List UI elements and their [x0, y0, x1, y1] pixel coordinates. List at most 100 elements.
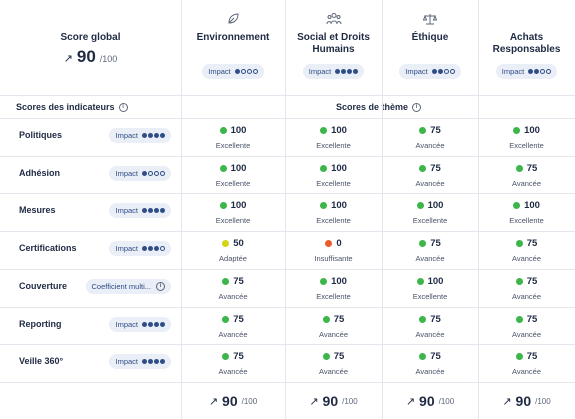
- status-dot: [222, 315, 230, 323]
- indicator-impact-pill[interactable]: Coefficient multi... i: [85, 278, 171, 294]
- impact-dot: [528, 69, 534, 74]
- impact-pill[interactable]: Impact: [495, 64, 558, 79]
- impact-pill[interactable]: Impact: [302, 64, 365, 79]
- theme-score-cell: 75 Avancée: [181, 344, 285, 381]
- cell-level-label: Excellente: [316, 291, 351, 301]
- indicators-section-label: Scores des indicateurs: [16, 102, 115, 112]
- row-divider: [0, 156, 575, 157]
- leaf-icon: [181, 12, 285, 28]
- column-divider: [285, 0, 286, 419]
- indicator-label: Certifications: [19, 243, 77, 254]
- theme-score-cell: 75 Avancée: [382, 344, 478, 381]
- impact-dot: [154, 246, 159, 252]
- global-score-title: Score global: [60, 32, 121, 43]
- impact-dot: [148, 208, 153, 214]
- indicator-impact-pill[interactable]: Impact: [109, 165, 171, 181]
- theme-name: Éthique: [411, 32, 449, 43]
- total-score-value: 90: [515, 393, 532, 409]
- themes-section-label: Scores de thème: [336, 102, 409, 112]
- cell-level-label: Avancée: [218, 329, 248, 339]
- cell-score-value: 75: [526, 351, 538, 363]
- info-icon[interactable]: i: [118, 102, 128, 112]
- theme-score-cell: 75 Avancée: [478, 156, 575, 193]
- indicator-row: Reporting Impact 75 Avancée 75 Avancée 7…: [0, 307, 575, 344]
- indicator-row: Politiques Impact 100 Excellente 100 Exc…: [0, 118, 575, 155]
- cell-score-value: 75: [526, 162, 538, 174]
- impact-dot: [234, 69, 240, 74]
- theme-header: Environnement Impact: [181, 0, 285, 95]
- indicator-row: Certifications Impact 50 Adaptée 0 Insuf…: [0, 231, 575, 268]
- total-score-denominator: /100: [535, 396, 551, 406]
- theme-total-score: ↗ 90 /100: [181, 383, 285, 419]
- cell-level-label: Avancée: [511, 178, 542, 188]
- indicator-impact-pill[interactable]: Impact: [109, 128, 171, 143]
- theme-header: Social et Droits Humains Impact: [285, 0, 382, 95]
- indicator-impact-pill[interactable]: Impact: [109, 241, 171, 257]
- row-divider: [0, 95, 575, 96]
- impact-dot: [160, 359, 165, 365]
- indicator-row: Adhésion Impact 100 Excellente 100 Excel…: [0, 156, 575, 193]
- cell-level-label: Excellente: [316, 141, 351, 150]
- themes-section-title: Scores de thème i: [336, 102, 422, 112]
- trend-up-icon: ↗: [405, 395, 416, 408]
- trend-up-icon: ↗: [63, 53, 73, 65]
- theme-score-cell: 75 Avancée: [478, 344, 575, 381]
- cell-level-label: Avancée: [511, 329, 542, 339]
- impact-pill[interactable]: Impact: [202, 64, 264, 79]
- impact-dot: [246, 69, 252, 74]
- theme-score-cell: 100 Excellente: [478, 193, 575, 230]
- impact-dot: [154, 359, 159, 365]
- info-icon[interactable]: i: [156, 281, 165, 291]
- cell-level-label: Avancée: [415, 141, 445, 150]
- cell-level-label: Avancée: [511, 367, 542, 377]
- row-divider: [0, 193, 575, 194]
- impact-dot: [154, 170, 159, 176]
- impact-dot: [160, 208, 165, 214]
- indicator-label: Politiques: [19, 130, 63, 140]
- indicator-impact-pill[interactable]: Impact: [109, 316, 171, 332]
- info-icon[interactable]: i: [412, 102, 422, 112]
- impact-dot: [353, 69, 359, 74]
- impact-pill[interactable]: Impact: [399, 64, 461, 79]
- cell-score-value: 0: [336, 238, 342, 250]
- cell-score-value: 75: [430, 238, 441, 250]
- row-divider: [0, 344, 575, 345]
- status-dot: [513, 127, 521, 134]
- theme-score-cell: 75 Avancée: [382, 307, 478, 344]
- scales-icon: [382, 12, 478, 28]
- indicator-impact-pill[interactable]: Impact: [109, 203, 171, 219]
- cell-level-label: Excellente: [509, 216, 544, 226]
- theme-score-cell: 50 Adaptée: [181, 231, 285, 268]
- theme-score-cell: 100 Excellente: [181, 118, 285, 155]
- theme-score-cell: 75 Avancée: [382, 118, 478, 155]
- indicator-cell: Veille 360° Impact: [0, 344, 181, 381]
- row-divider: [0, 269, 575, 270]
- trend-up-icon: ↗: [309, 395, 319, 408]
- theme-total-score: ↗ 90 /100: [478, 383, 575, 419]
- header: Score global ↗ 90 /100 Environnement Imp…: [0, 0, 575, 95]
- theme-score-cell: 75 Avancée: [478, 231, 575, 268]
- impact-dot: [154, 321, 159, 327]
- indicator-cell: Reporting Impact: [0, 307, 181, 344]
- indicator-label: Adhésion: [19, 167, 61, 178]
- theme-score-cell: 100 Excellente: [382, 193, 478, 230]
- status-dot: [419, 127, 427, 134]
- section-header-row: Scores des indicateurs i Scores de thème…: [0, 96, 575, 118]
- status-dot: [419, 164, 427, 172]
- cell-score-value: 100: [331, 275, 347, 287]
- cell-level-label: Excellente: [412, 291, 448, 301]
- impact-dot: [148, 246, 153, 252]
- theme-total-score: ↗ 90 /100: [382, 383, 478, 419]
- impact-dot: [148, 359, 153, 365]
- cell-level-label: Avancée: [511, 254, 542, 264]
- impact-dot: [148, 321, 153, 327]
- status-dot: [419, 353, 427, 361]
- cell-score-value: 75: [430, 313, 441, 325]
- cell-level-label: Insuffisante: [314, 254, 353, 264]
- indicator-row: Couverture Coefficient multi... i 75 Avan…: [0, 269, 575, 306]
- indicator-impact-pill[interactable]: Impact: [109, 354, 171, 370]
- total-score-denominator: /100: [241, 396, 258, 406]
- footer-row: ↗ 90 /100 ↗ 90 /100 ↗ 90 /100 ↗ 90 /100: [0, 383, 575, 419]
- cell-score-value: 100: [427, 200, 444, 212]
- status-dot: [219, 202, 227, 210]
